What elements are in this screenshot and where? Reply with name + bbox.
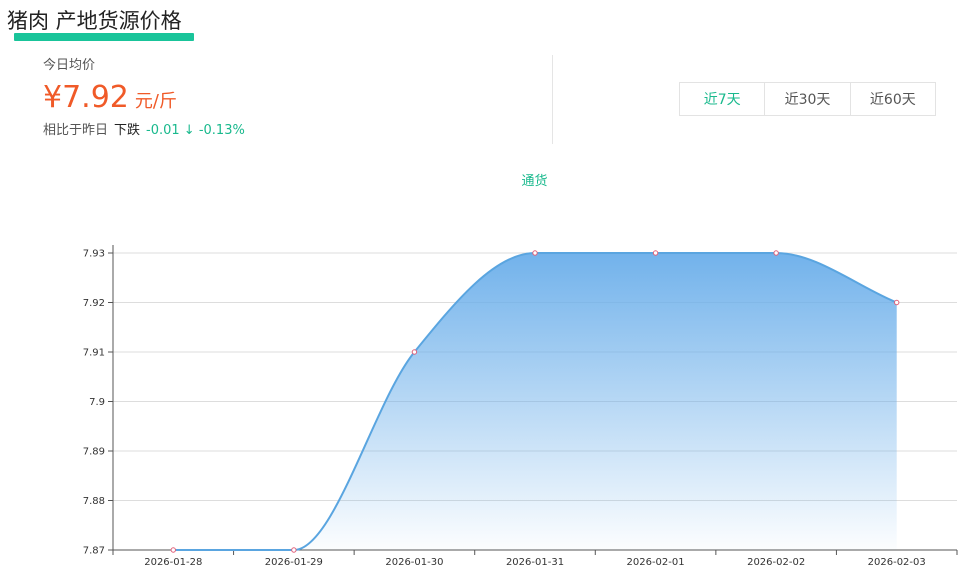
data-point xyxy=(532,250,538,256)
x-tick-label: 2026-01-30 xyxy=(385,557,443,568)
y-tick-label: 7.91 xyxy=(83,348,105,359)
y-tick-label: 7.9 xyxy=(89,397,105,408)
x-tick-label: 2026-02-03 xyxy=(868,557,926,568)
price-chart: 7.87 7.88 7.89 7.9 7.91 7.92 7.93 2026-01-28 202… xyxy=(83,245,958,568)
y-tick-label: 7.87 xyxy=(83,546,105,557)
y-tick-label: 7.88 xyxy=(83,496,105,507)
y-tick-label: 7.89 xyxy=(83,447,105,458)
data-point xyxy=(411,349,418,355)
x-tick-label: 2026-01-31 xyxy=(506,557,564,568)
x-tick-label: 2026-01-28 xyxy=(144,557,202,568)
data-point xyxy=(652,250,659,256)
data-point xyxy=(291,547,297,553)
data-point xyxy=(894,299,900,306)
y-tick-label: 7.92 xyxy=(83,298,105,309)
data-point xyxy=(170,547,176,553)
data-point xyxy=(773,250,779,256)
x-tick-label: 2026-01-29 xyxy=(265,557,323,568)
y-tick-label: 7.93 xyxy=(83,249,105,260)
x-tick-label: 2026-02-02 xyxy=(747,557,805,568)
x-tick-label: 2026-02-01 xyxy=(627,557,685,568)
